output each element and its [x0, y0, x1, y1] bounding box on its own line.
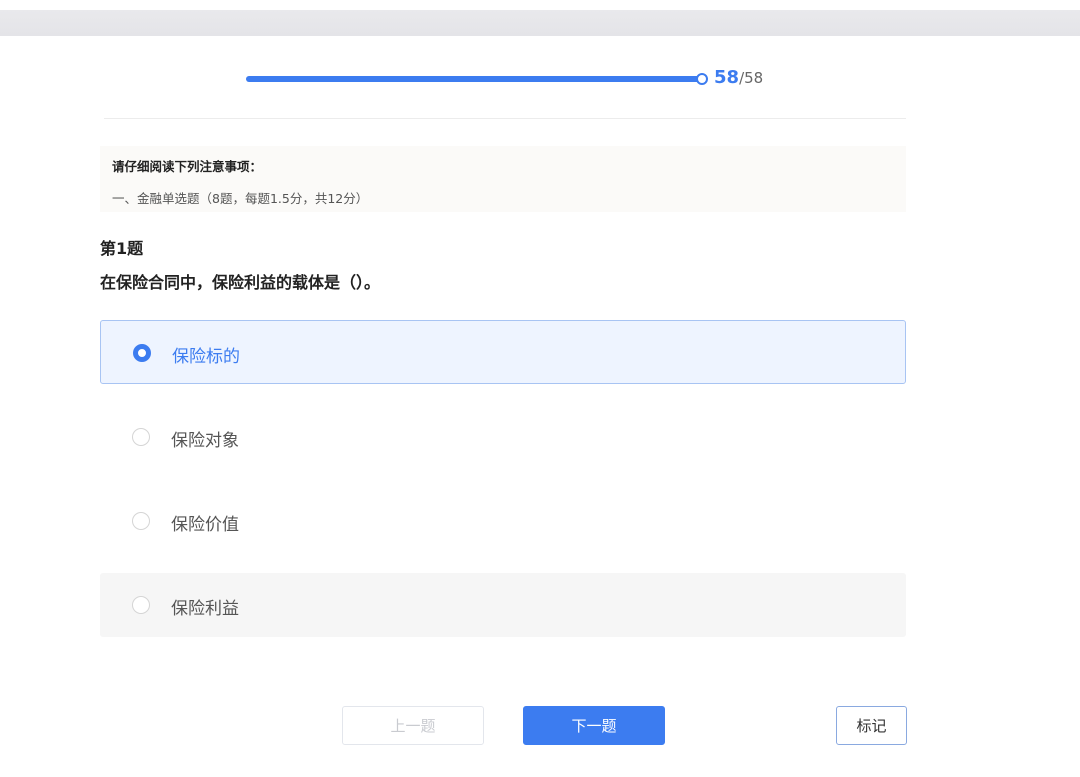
progress-fill: [246, 76, 701, 82]
option-a[interactable]: 保险标的: [100, 320, 906, 384]
progress-total: 58: [744, 69, 764, 87]
next-question-button[interactable]: 下一题: [523, 706, 665, 745]
progress-knob: [696, 73, 708, 85]
radio-icon[interactable]: [132, 512, 150, 530]
notice-box: 请仔细阅读下列注意事项： 一、金融单选题（8题，每题1.5分，共12分）: [100, 146, 906, 212]
option-b[interactable]: 保险对象: [100, 405, 906, 469]
notice-text: 一、金融单选题（8题，每题1.5分，共12分）: [112, 191, 369, 206]
option-c[interactable]: 保险价值: [100, 489, 906, 553]
radio-selected-icon[interactable]: [133, 344, 151, 362]
option-label: 保险利益: [171, 599, 239, 619]
radio-icon[interactable]: [132, 596, 150, 614]
divider: [104, 118, 906, 119]
option-label: 保险对象: [171, 431, 239, 451]
browser-top-bar: [0, 0, 1080, 36]
option-d[interactable]: 保险利益: [100, 573, 906, 637]
progress-count: 58/58: [714, 67, 763, 88]
question-number: 第1题: [100, 239, 144, 258]
option-label: 保险价值: [171, 515, 239, 535]
radio-icon[interactable]: [132, 428, 150, 446]
option-label: 保险标的: [172, 347, 240, 367]
prev-question-button[interactable]: 上一题: [342, 706, 484, 745]
mark-button[interactable]: 标记: [836, 706, 907, 745]
progress-current: 58: [714, 67, 740, 88]
notice-title: 请仔细阅读下列注意事项：: [112, 159, 263, 174]
question-text: 在保险合同中，保险利益的载体是（）。: [100, 273, 381, 292]
answer-progress: 58/58: [246, 66, 766, 92]
progress-track: [246, 76, 701, 82]
